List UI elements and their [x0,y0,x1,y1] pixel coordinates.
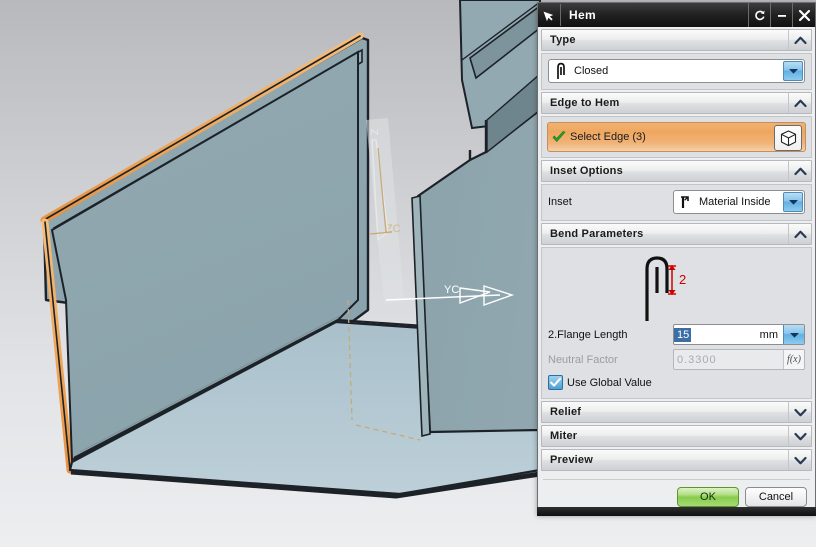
inset-options-panel: Inset Material Inside [541,184,812,221]
use-global-value-checkbox[interactable]: Use Global Value [542,375,811,390]
closed-hem-profile-icon [549,60,571,82]
chevron-up-icon[interactable] [788,224,811,244]
titlebar-button-group [748,3,815,27]
chevron-up-icon[interactable] [788,93,811,113]
use-global-value-label: Use Global Value [567,376,652,389]
inset-label: Inset [548,196,572,208]
chevron-down-icon[interactable] [783,61,803,81]
cancel-button[interactable]: Cancel [745,487,807,507]
section-header-miter[interactable]: Miter [541,425,812,447]
section-title-edge-to-hem: Edge to Hem [550,97,620,109]
section-title-miter: Miter [550,430,578,442]
material-inside-icon [674,191,696,213]
section-title-inset-options: Inset Options [550,165,623,177]
section-title-type: Type [550,34,576,46]
inset-value: Material Inside [699,196,771,208]
section-title-bend-parameters: Bend Parameters [550,228,644,240]
chevron-down-icon[interactable] [788,450,811,470]
select-body-cube-icon[interactable] [774,125,802,151]
chevron-down-icon[interactable] [788,426,811,446]
section-header-type[interactable]: Type [541,29,812,51]
ok-button[interactable]: OK [677,487,739,507]
close-button[interactable] [792,3,815,27]
select-edge-label: Select Edge (3) [570,131,646,143]
checkbox-checked-icon [548,375,563,390]
section-header-edge-to-hem[interactable]: Edge to Hem [541,92,812,114]
dialog-body: Type Closed Edge to Hem Select Edge (3) … [537,29,816,516]
edge-to-hem-panel: Select Edge (3) [541,116,812,158]
flange-length-dropdown-icon[interactable] [783,325,804,344]
dialog-bottom-bar [537,507,816,516]
flange-length-value[interactable]: 15 [674,327,692,342]
arrow-cursor-icon [538,4,561,26]
hem-dialog: Hem Type Closed Edge to Hem Select Edge … [537,2,816,516]
section-header-preview[interactable]: Preview [541,449,812,471]
section-header-inset-options[interactable]: Inset Options [541,160,812,182]
hem-profile-diagram: 2 [542,252,811,324]
minimize-button[interactable] [770,3,792,27]
axis-label-z: Z [370,129,381,135]
select-edge-bar[interactable]: Select Edge (3) [547,122,806,152]
section-header-bend-parameters[interactable]: Bend Parameters [541,223,812,245]
type-panel: Closed [541,53,812,90]
hem-type-combo[interactable]: Closed [548,59,805,83]
neutral-factor-field: 0.3300 f(x) [673,349,805,370]
flange-length-field[interactable]: 15 mm [673,324,805,345]
reset-button[interactable] [748,3,770,27]
section-title-preview: Preview [550,454,593,466]
inset-combo[interactable]: Material Inside [673,190,805,214]
neutral-factor-label: Neutral Factor [548,353,618,366]
green-check-icon [548,130,570,144]
flange-length-unit: mm [759,328,778,341]
chevron-down-icon[interactable] [783,192,803,212]
formula-fx-icon[interactable]: f(x) [783,350,804,369]
axis-label-yc: YC [444,284,459,296]
hem-type-value: Closed [574,65,609,77]
dialog-title: Hem [569,8,596,22]
chevron-down-icon[interactable] [788,402,811,422]
chevron-up-icon[interactable] [788,30,811,50]
chevron-up-icon[interactable] [788,161,811,181]
section-header-relief[interactable]: Relief [541,401,812,423]
application-window: YC ZC Z Hem Type Closed Edge to Hem Sele… [0,0,816,547]
hem-dimension-label: 2 [679,272,686,287]
dialog-titlebar[interactable]: Hem [538,3,815,27]
neutral-factor-value: 0.3300 [677,353,717,366]
bend-parameters-panel: 2 2.Flange Length 15 mm Neutral Factor 0… [541,247,812,399]
flange-length-label: 2.Flange Length [548,328,628,341]
section-title-relief: Relief [550,406,582,418]
